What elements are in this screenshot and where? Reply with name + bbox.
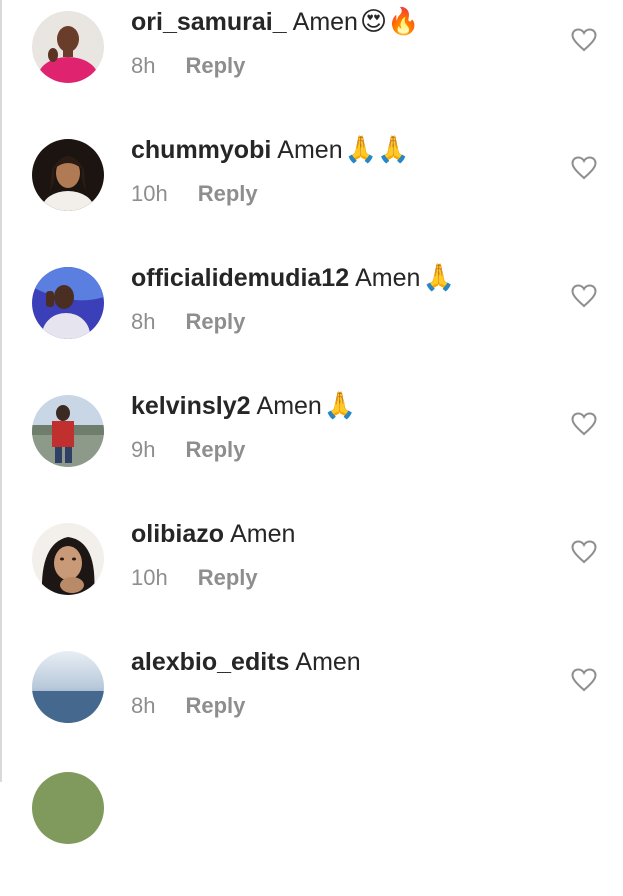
comment-item: kelvinsly2 Amen🙏 9h Reply bbox=[0, 384, 623, 512]
comment-meta: 8h Reply bbox=[131, 52, 245, 80]
comment-item-partial bbox=[0, 768, 623, 896]
heart-outline-icon[interactable] bbox=[571, 668, 597, 692]
user-avatar-icon[interactable] bbox=[32, 267, 104, 339]
comment-emojis: 🙏 bbox=[323, 391, 357, 421]
comment-item: alexbio_edits Amen 8h Reply bbox=[0, 640, 623, 768]
user-avatar-icon[interactable] bbox=[32, 772, 104, 844]
comment-username[interactable]: olibiazo bbox=[131, 520, 224, 548]
comment-text: alexbio_edits Amen bbox=[131, 644, 363, 680]
reply-button[interactable]: Reply bbox=[185, 53, 245, 78]
reply-button[interactable]: Reply bbox=[185, 693, 245, 718]
comment-item: chummyobi Amen🙏🙏 10h Reply bbox=[0, 128, 623, 256]
comment-item: olibiazo Amen 10h Reply bbox=[0, 512, 623, 640]
heart-outline-icon[interactable] bbox=[571, 156, 597, 180]
comment-timestamp: 8h bbox=[131, 693, 156, 718]
comment-text: chummyobi Amen🙏🙏 bbox=[131, 132, 409, 168]
comment-timestamp: 10h bbox=[131, 565, 168, 590]
reply-button[interactable]: Reply bbox=[185, 437, 245, 462]
comment-body: Amen bbox=[277, 136, 343, 164]
comment-body: Amen bbox=[355, 264, 421, 292]
comment-item: officialidemudia12 Amen🙏 8h Reply bbox=[0, 256, 623, 384]
comment-meta: 10h Reply bbox=[131, 180, 258, 208]
heart-outline-icon[interactable] bbox=[571, 28, 597, 52]
comment-meta: 9h Reply bbox=[131, 436, 245, 464]
user-avatar-icon[interactable] bbox=[32, 523, 104, 595]
reply-button[interactable]: Reply bbox=[198, 181, 258, 206]
comment-timestamp: 8h bbox=[131, 53, 156, 78]
comment-meta: 10h Reply bbox=[131, 564, 258, 592]
comment-username[interactable]: alexbio_edits bbox=[131, 648, 289, 676]
comment-meta: 8h Reply bbox=[131, 692, 245, 720]
comment-username[interactable]: chummyobi bbox=[131, 136, 271, 164]
reply-button[interactable]: Reply bbox=[185, 309, 245, 334]
comment-body: Amen bbox=[295, 648, 361, 676]
comment-text: officialidemudia12 Amen🙏 bbox=[131, 260, 455, 296]
comment-username[interactable]: officialidemudia12 bbox=[131, 264, 349, 292]
comment-body: Amen bbox=[292, 8, 358, 36]
reply-button[interactable]: Reply bbox=[198, 565, 258, 590]
user-avatar-icon[interactable] bbox=[32, 651, 104, 723]
user-avatar-icon[interactable] bbox=[32, 139, 104, 211]
comment-emojis: 🙏 bbox=[422, 263, 455, 293]
comment-meta: 8h Reply bbox=[131, 308, 245, 336]
comment-emojis: 😍🔥 bbox=[359, 7, 420, 37]
comment-timestamp: 10h bbox=[131, 181, 168, 206]
heart-outline-icon[interactable] bbox=[571, 284, 597, 308]
comment-item: ori_samurai_ Amen😍🔥 8h Reply bbox=[0, 0, 623, 128]
comment-text: ori_samurai_ Amen😍🔥 bbox=[131, 4, 419, 40]
comment-timestamp: 9h bbox=[131, 437, 156, 462]
heart-outline-icon[interactable] bbox=[571, 540, 597, 564]
comment-emojis: 🙏🙏 bbox=[344, 135, 410, 165]
comment-text: kelvinsly2 Amen🙏 bbox=[131, 388, 356, 424]
comment-body: Amen bbox=[256, 392, 322, 420]
heart-outline-icon[interactable] bbox=[571, 412, 597, 436]
comment-timestamp: 8h bbox=[131, 309, 156, 334]
comment-username[interactable]: kelvinsly2 bbox=[131, 392, 251, 420]
user-avatar-icon[interactable] bbox=[32, 395, 104, 467]
comment-username[interactable]: ori_samurai_ bbox=[131, 8, 287, 36]
comment-text: olibiazo Amen bbox=[131, 516, 297, 552]
comment-body: Amen bbox=[230, 520, 296, 548]
user-avatar-icon[interactable] bbox=[32, 11, 104, 83]
